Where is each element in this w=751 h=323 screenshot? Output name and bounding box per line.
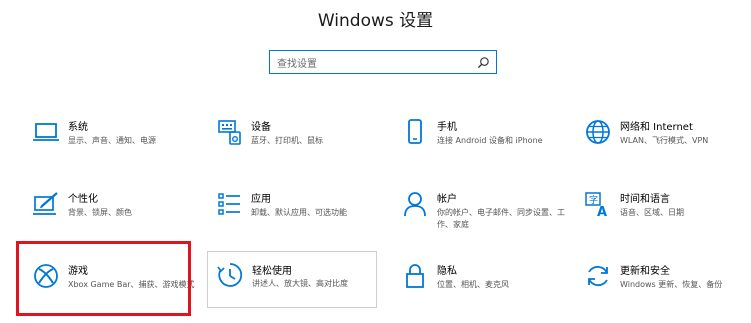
globe-icon [586,120,610,144]
tile-label: 时间和语言 [620,194,670,205]
tile-description: 你的帐户、电子邮件、同步设置、工作、家庭 [437,208,565,229]
tile-label: 轻松使用 [252,266,292,277]
tile-label: 系统 [68,122,88,133]
tile-description: 连接 Android 设备和 iPhone [437,136,543,145]
apps-list-icon [218,193,240,215]
tile-ease-of-access[interactable]: 轻松使用 讲述人、放大镜、高对比度 [207,251,377,308]
ease-of-access-icon [217,263,243,287]
tile-label: 更新和安全 [620,266,670,277]
language-icon: 字 A [585,192,607,218]
tile-label: 手机 [437,122,457,133]
tile-accounts[interactable]: 帐户 你的帐户、电子邮件、同步设置、工作、家庭 [393,185,568,237]
tile-phone[interactable]: 手机 连接 Android 设备和 iPhone [393,113,568,165]
sync-icon [588,265,608,287]
tile-system[interactable]: 系统 显示、声音、通知、电源 [24,113,199,165]
tile-personalization[interactable]: 个性化 背景、锁屏、颜色 [24,185,199,237]
tile-label: 隐私 [437,266,457,277]
tile-description: 蓝牙、打印机、鼠标 [251,136,323,145]
monitor-icon [33,123,59,141]
tile-label: 网络和 Internet [620,122,693,133]
tile-description: 语音、区域、日期 [620,208,684,217]
person-icon [404,192,426,217]
tile-update-security[interactable]: 更新和安全 Windows 更新、恢复、备份 [576,257,751,309]
tile-label: 应用 [251,194,271,205]
lock-icon [406,264,424,288]
tile-description: 讲述人、放大镜、高对比度 [252,279,348,288]
search-placeholder: 查找设置 [277,59,317,70]
tile-description: WLAN、飞行模式、VPN [620,136,709,145]
tile-time-language[interactable]: 字 A 时间和语言 语音、区域、日期 [576,185,751,237]
keyboard-icon [218,120,241,145]
tile-description: 卸载、默认应用、可选功能 [251,208,347,217]
tile-label: 个性化 [68,194,98,205]
highlight-box [16,241,191,316]
tile-description: 位置、相机、麦克风 [437,280,509,289]
tile-network[interactable]: 网络和 Internet WLAN、飞行模式、VPN [576,113,751,165]
search-icon [477,57,489,69]
svg-text:A: A [597,205,607,218]
tile-privacy[interactable]: 隐私 位置、相机、麦克风 [393,257,568,309]
tile-label: 设备 [251,122,271,133]
tile-apps[interactable]: 应用 卸载、默认应用、可选功能 [207,185,382,237]
page-title: Windows 设置 [317,11,434,31]
tile-description: 显示、声音、通知、电源 [68,136,156,145]
brush-icon [33,192,58,215]
tile-description: Windows 更新、恢复、备份 [620,280,723,289]
search-input[interactable]: 查找设置 [269,50,497,74]
tile-label: 帐户 [437,194,457,205]
tile-devices[interactable]: 设备 蓝牙、打印机、鼠标 [207,113,382,165]
tile-description: 背景、锁屏、颜色 [68,208,132,217]
phone-icon [408,119,422,144]
